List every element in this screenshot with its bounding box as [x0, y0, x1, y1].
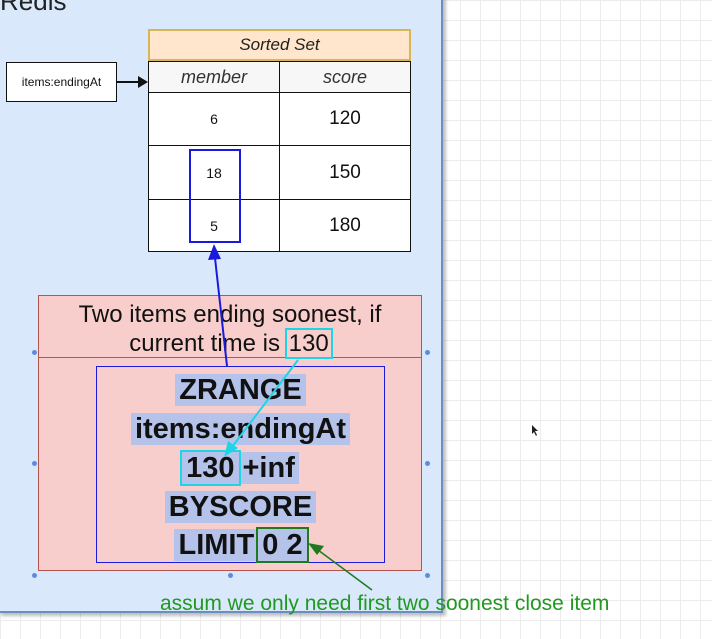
connector-arrows [117, 76, 538, 591]
annotation-text[interactable]: assum we only need first two soonest clo… [160, 592, 609, 616]
command-to-result-arrow [214, 257, 228, 367]
time-to-min-arrow [231, 359, 299, 448]
command-to-result-arrowhead [208, 244, 221, 260]
annotation-arrow [317, 549, 373, 591]
key-to-set-arrowhead [138, 76, 148, 88]
mouse-cursor-icon [532, 425, 538, 436]
